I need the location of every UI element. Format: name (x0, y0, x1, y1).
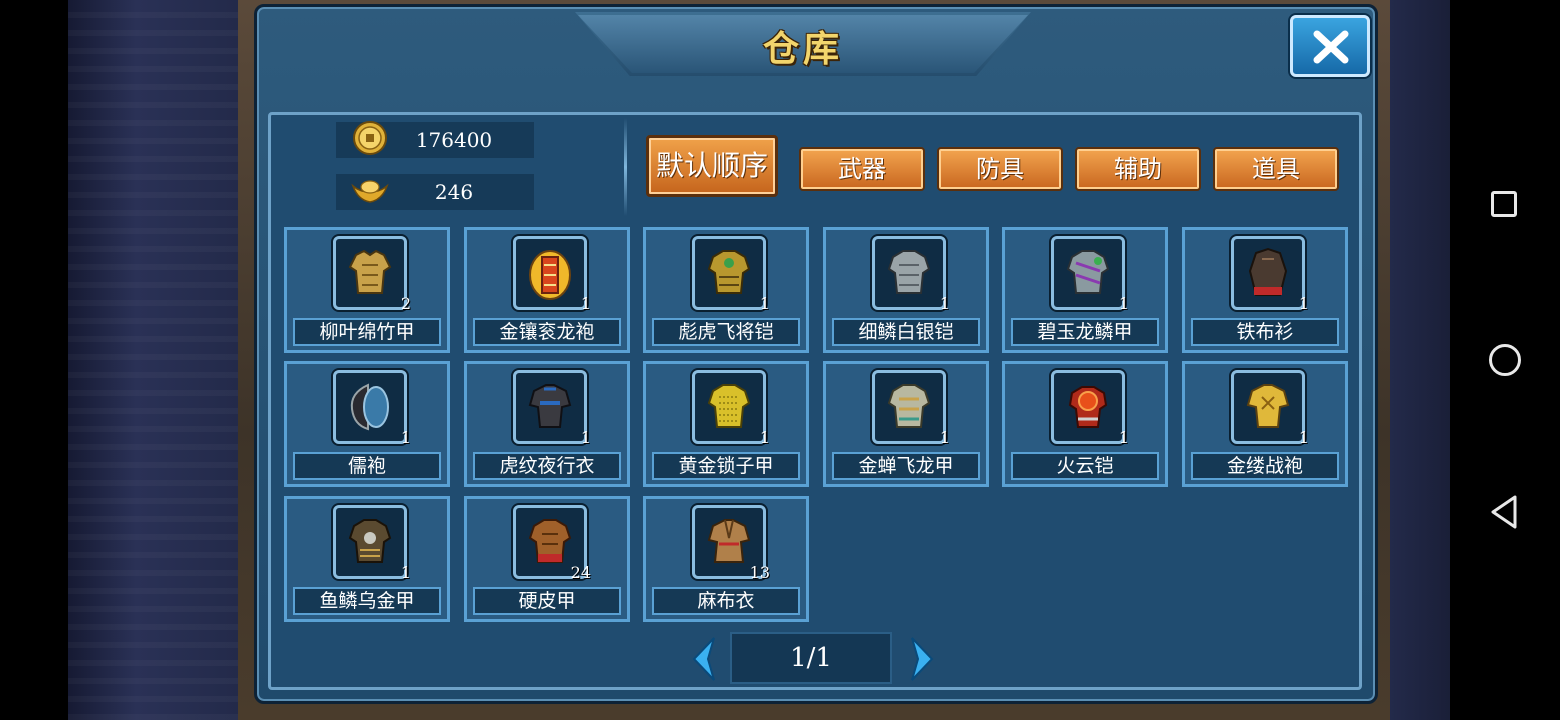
robe-scholar-icon (333, 370, 407, 444)
prev-page-arrow-icon[interactable] (688, 634, 720, 684)
item-slot[interactable]: 1 彪虎飞将铠 (643, 227, 809, 353)
item-count: 1 (759, 294, 770, 313)
item-slot[interactable]: 1 火云铠 (1002, 361, 1168, 487)
armor-gold-icon (333, 236, 407, 310)
item-name: 金镶衮龙袍 (473, 318, 621, 346)
armor-chain-gold-icon (692, 370, 766, 444)
item-count: 1 (1298, 428, 1309, 447)
item-slot[interactable]: 1 金蝉飞龙甲 (823, 361, 989, 487)
item-slot[interactable]: 13 麻布衣 (643, 496, 809, 622)
item-slot[interactable]: 1 金镶衮龙袍 (464, 227, 630, 353)
armor-fire-icon (1051, 370, 1125, 444)
item-slot[interactable]: 1 金缕战袍 (1182, 361, 1348, 487)
item-name: 碧玉龙鳞甲 (1011, 318, 1159, 346)
item-count: 1 (939, 294, 950, 313)
background-right (1390, 0, 1450, 720)
item-name: 虎纹夜行衣 (473, 452, 621, 480)
item-count: 1 (1118, 294, 1129, 313)
item-name: 黄金锁子甲 (652, 452, 800, 480)
item-name: 鱼鳞乌金甲 (293, 587, 441, 615)
item-count: 1 (400, 563, 411, 582)
item-name: 彪虎飞将铠 (652, 318, 800, 346)
item-name: 硬皮甲 (473, 587, 621, 615)
item-slot[interactable]: 1 虎纹夜行衣 (464, 361, 630, 487)
item-name: 金蝉飞龙甲 (832, 452, 980, 480)
default-sort-button[interactable]: 默认顺序 (646, 135, 778, 197)
item-name: 细鳞白银铠 (832, 318, 980, 346)
robe-gold-icon (513, 236, 587, 310)
coin-amount: 176400 (415, 128, 493, 152)
item-slot[interactable]: 1 碧玉龙鳞甲 (1002, 227, 1168, 353)
item-count: 1 (939, 428, 950, 447)
tab-weapons[interactable]: 武器 (799, 147, 925, 191)
item-name: 麻布衣 (652, 587, 800, 615)
divider (624, 118, 627, 216)
item-count: 1 (400, 428, 411, 447)
item-count: 1 (580, 294, 591, 313)
coin-display: 176400 (336, 121, 534, 158)
robe-iron-icon (1231, 236, 1305, 310)
system-nav-bar (1450, 0, 1560, 720)
page-indicator: 1/1 (730, 632, 892, 684)
item-name: 儒袍 (293, 452, 441, 480)
next-page-arrow-icon[interactable] (906, 634, 938, 684)
close-icon (1313, 30, 1349, 64)
armor-jade-icon (1051, 236, 1125, 310)
item-count: 1 (1118, 428, 1129, 447)
ingot-display: 246 (336, 174, 534, 210)
item-count: 24 (570, 563, 591, 582)
tab-auxiliary[interactable]: 辅助 (1075, 147, 1201, 191)
back-icon[interactable] (1485, 492, 1525, 532)
item-slot[interactable]: 1 儒袍 (284, 361, 450, 487)
armor-silver-icon (872, 236, 946, 310)
item-name: 金缕战袍 (1191, 452, 1339, 480)
home-icon[interactable] (1485, 340, 1525, 380)
item-count: 1 (1298, 294, 1309, 313)
tab-armor[interactable]: 防具 (937, 147, 1063, 191)
armor-fishscale-icon (333, 505, 407, 579)
item-count: 1 (580, 428, 591, 447)
tab-items[interactable]: 道具 (1213, 147, 1339, 191)
gold-ingot-icon (351, 180, 389, 203)
item-slot[interactable]: 24 硬皮甲 (464, 496, 630, 622)
close-button[interactable] (1290, 15, 1370, 77)
ingot-amount: 246 (434, 180, 474, 204)
armor-tiger-icon (692, 236, 766, 310)
item-slot[interactable]: 1 黄金锁子甲 (643, 361, 809, 487)
item-slot[interactable]: 1 细鳞白银铠 (823, 227, 989, 353)
page-title: 仓库 (762, 29, 843, 70)
item-count: 2 (400, 294, 411, 313)
robe-night-icon (513, 370, 587, 444)
item-name: 火云铠 (1011, 452, 1159, 480)
coin-icon (353, 121, 387, 155)
item-slot[interactable]: 1 铁布衫 (1182, 227, 1348, 353)
item-name: 铁布衫 (1191, 318, 1339, 346)
item-count: 13 (749, 563, 770, 582)
item-slot[interactable]: 2 柳叶绵竹甲 (284, 227, 450, 353)
item-name: 柳叶绵竹甲 (293, 318, 441, 346)
item-count: 1 (759, 428, 770, 447)
item-slot[interactable]: 1 鱼鳞乌金甲 (284, 496, 450, 622)
recents-icon[interactable] (1485, 185, 1525, 225)
background-left (68, 0, 238, 720)
armor-cicada-icon (872, 370, 946, 444)
robe-goldthread-icon (1231, 370, 1305, 444)
